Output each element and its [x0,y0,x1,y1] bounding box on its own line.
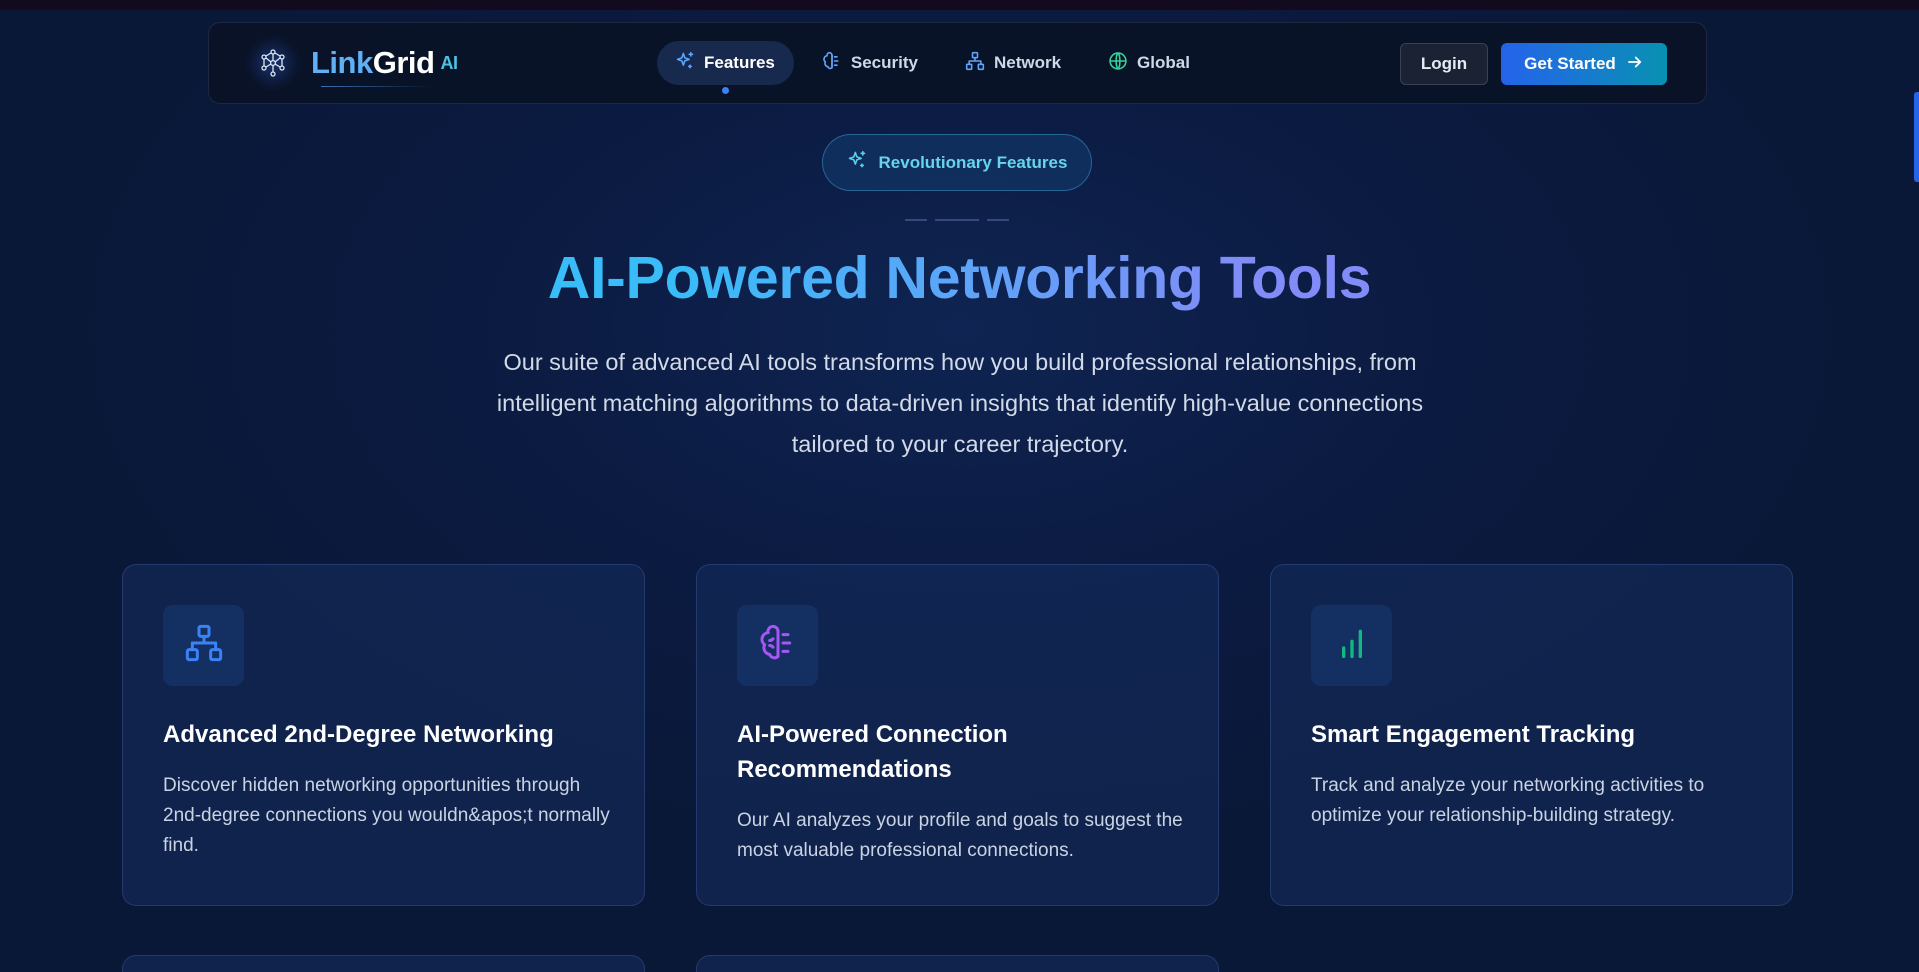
brand-underline [321,86,431,87]
card-title: Smart Engagement Tracking [1311,721,1636,748]
active-indicator-dot [722,87,730,94]
scrollbar-thumb[interactable] [1914,92,1919,182]
feature-card-recommendations[interactable]: AI-Powered Connection Recommendations Ou… [696,564,1219,906]
brand-name-link: Link [311,45,373,80]
nav-network-label: Network [993,53,1062,72]
globe-icon [1108,51,1128,76]
card-title: AI-Powered Connection Recommendations [737,721,1008,783]
feature-card-partial [122,955,645,972]
brain-icon [758,623,798,668]
nav-global[interactable]: Global [1090,41,1209,85]
page-title: AI-Powered Networking Tools [0,244,1919,312]
feature-card-partial [696,955,1219,972]
nav-security[interactable]: Security [804,41,937,85]
bar-chart-icon [1332,623,1372,668]
card-description: Our AI analyzes your profile and goals t… [737,810,1183,861]
brand-suffix: AI [440,53,458,73]
badge-label: Revolutionary Features [878,152,1068,172]
feature-card-networking[interactable]: Advanced 2nd-Degree Networking Discover … [122,564,645,906]
card-icon-container [1311,605,1392,686]
nav-features[interactable]: Features [657,41,794,94]
card-icon-container [163,605,244,686]
get-started-label: Get Started [1524,54,1616,73]
login-button[interactable]: Login [1400,43,1488,85]
card-title: Advanced 2nd-Degree Networking [163,721,554,748]
card-icon-container [737,605,818,686]
brand-name-grid: Grid [372,45,435,80]
network-icon [965,51,985,76]
nav-security-label: Security [850,53,918,72]
network-icon [184,623,224,668]
brand-logo[interactable]: LinkGrid AI [245,35,458,91]
network-brain-logo-icon [245,35,301,91]
card-description: Discover hidden networking opportunities… [163,775,610,856]
nav-features-label: Features [704,53,775,72]
arrow-right-icon [1626,53,1644,76]
sparkles-icon [847,150,867,175]
brain-icon [822,51,842,76]
brand-name: LinkGrid AI [311,45,458,87]
card-description: Track and analyze your networking activi… [1311,775,1705,826]
nav-network[interactable]: Network [947,41,1080,85]
feature-card-engagement[interactable]: Smart Engagement Tracking Track and anal… [1270,564,1793,906]
sparkles-icon [675,51,695,76]
decorative-divider [905,219,1009,221]
browser-top-strip [0,0,1919,10]
nav-links: Features Security Network Global [657,41,1209,94]
features-badge: Revolutionary Features [822,134,1092,191]
top-navigation: LinkGrid AI Features Security Network Gl… [208,22,1707,104]
nav-global-label: Global [1137,53,1190,72]
get-started-button[interactable]: Get Started [1501,43,1667,85]
hero-description: Our suite of advanced AI tools transform… [496,349,1424,457]
